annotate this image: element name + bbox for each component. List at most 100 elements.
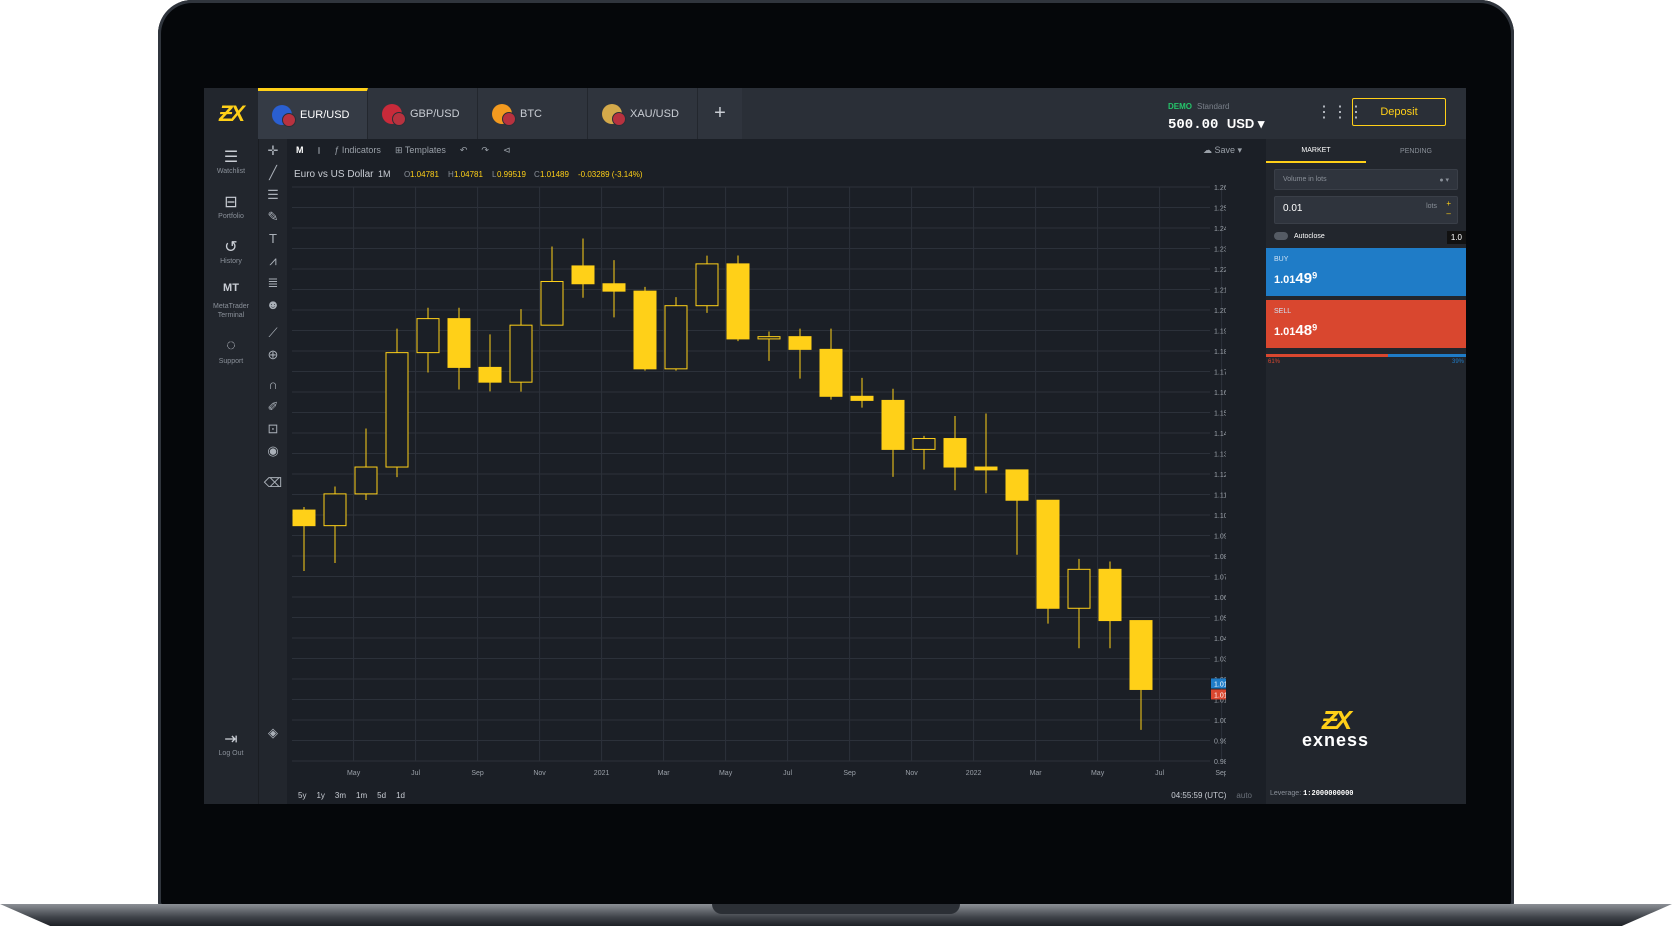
lock-icon[interactable]: ⊡ — [259, 421, 287, 437]
y-tick-label: 1.12000 — [1214, 472, 1226, 479]
tab-eurusd[interactable]: EUR/USD — [258, 88, 368, 139]
candle-body-down — [571, 265, 595, 285]
nav-support[interactable]: ◌ Support — [204, 337, 258, 366]
brand-logo[interactable]: ƵX — [204, 88, 258, 139]
autoclose-label: Autoclose — [1294, 232, 1325, 240]
candle[interactable] — [571, 238, 595, 298]
candle[interactable] — [664, 297, 688, 371]
autoclose-toggle[interactable] — [1274, 232, 1288, 240]
candle-body-up — [1067, 568, 1091, 609]
candlestick-chart-svg[interactable]: 1.26000 1.25000 1.24000 1.23000 1.22000 1.210… — [286, 161, 1247, 781]
candle[interactable] — [695, 255, 719, 313]
tab-btc[interactable]: BTC — [478, 88, 588, 139]
crosshair-icon[interactable]: ✛ — [259, 143, 287, 159]
top-bar: ƵX EUR/USD GBP/USD BTC XAU/USD + DEMO Sta… — [204, 88, 1466, 139]
buy-price-sup: 9 — [1312, 270, 1318, 281]
add-tab-button[interactable]: + — [698, 88, 742, 139]
candle-type-icon[interactable]: ⫾ — [318, 145, 321, 156]
candle[interactable] — [1067, 558, 1091, 649]
redo-icon[interactable]: ↷ — [481, 145, 489, 156]
account-summary[interactable]: DEMO Standard 500.00 USD ▾ — [1168, 96, 1264, 133]
laptop-base — [0, 900, 1672, 931]
nav-watchlist[interactable]: ☰ Watchlist — [204, 147, 258, 176]
range-1m[interactable]: 1m — [356, 791, 367, 800]
x-tick-label: 2021 — [594, 770, 610, 777]
candle[interactable] — [540, 246, 564, 326]
fibonacci-icon[interactable]: ≣ — [259, 275, 287, 291]
deposit-button[interactable]: Deposit — [1352, 98, 1446, 126]
chart-title: Euro vs US Dollar — [294, 169, 374, 180]
save-button[interactable]: ☁ Save ▾ — [1203, 145, 1242, 156]
range-5d[interactable]: 5d — [377, 791, 386, 800]
candle[interactable] — [912, 435, 936, 470]
tab-gbpusd[interactable]: GBP/USD — [368, 88, 478, 139]
candle[interactable] — [323, 486, 347, 563]
range-5y[interactable]: 5y — [298, 791, 306, 800]
tab-pending[interactable]: PENDING — [1366, 139, 1466, 163]
range-1y[interactable]: 1y — [316, 791, 324, 800]
text-icon[interactable]: T — [259, 231, 287, 246]
y-tick-label: 1.06000 — [1214, 595, 1226, 602]
buy-button[interactable]: BUY 1.01499 — [1266, 248, 1466, 296]
instrument-tabs: EUR/USD GBP/USD BTC XAU/USD + — [258, 88, 742, 139]
candle[interactable] — [1036, 499, 1060, 624]
candle[interactable] — [1129, 620, 1153, 730]
candle[interactable] — [1098, 561, 1122, 649]
candle[interactable] — [850, 377, 874, 408]
zoom-in-icon[interactable]: ⊕ — [259, 347, 287, 363]
candle-body-up — [695, 263, 719, 307]
replay-icon[interactable]: ⊲ — [503, 145, 511, 156]
lock-draw-icon[interactable]: ✐ — [259, 399, 287, 415]
candle[interactable] — [943, 415, 967, 491]
undo-icon[interactable]: ↶ — [460, 145, 468, 156]
candle[interactable] — [292, 507, 316, 571]
candle[interactable] — [881, 388, 905, 477]
candle-body-down — [633, 290, 657, 370]
pattern-icon[interactable]: ⩘ — [259, 253, 287, 269]
tab-xauusd[interactable]: XAU/USD — [588, 88, 698, 139]
ruler-icon[interactable]: ⟋ — [259, 325, 287, 341]
auto-scale-button[interactable]: auto — [1236, 791, 1252, 800]
nav-portfolio[interactable]: ⊟ Portfolio — [204, 192, 258, 221]
candle[interactable] — [757, 331, 781, 361]
tab-market[interactable]: MARKET — [1266, 139, 1366, 163]
indicators-label: Indicators — [341, 145, 381, 155]
candle[interactable] — [819, 328, 843, 400]
trash-icon[interactable]: ⌫ — [259, 475, 287, 491]
candle[interactable] — [1005, 469, 1029, 555]
magnet-icon[interactable]: ∩ — [259, 377, 287, 392]
horizontal-lines-icon[interactable]: ☰ — [259, 187, 287, 203]
price-chart[interactable]: 1.26000 1.25000 1.24000 1.23000 1.22000 1.210… — [286, 161, 1247, 781]
candle[interactable] — [447, 307, 471, 390]
eye-icon[interactable]: ◉ — [259, 443, 287, 459]
candle[interactable] — [633, 286, 657, 371]
candle[interactable] — [354, 428, 378, 501]
candle[interactable] — [416, 307, 440, 373]
nav-logout[interactable]: ⇥ Log Out — [204, 729, 258, 758]
volume-type-select[interactable]: Volume in lots ● ▾ — [1274, 169, 1458, 190]
nav-metatrader[interactable]: MT MetaTrader Terminal — [204, 282, 258, 320]
autoclose-row[interactable]: Autoclose ● — [1274, 232, 1458, 240]
nav-label: Log Out — [218, 750, 244, 757]
sell-price-prefix: 1.01 — [1274, 326, 1296, 338]
candle[interactable] — [478, 334, 502, 392]
trendline-icon[interactable]: ╱ — [259, 165, 287, 181]
volume-input[interactable]: 0.01 lots + – — [1274, 196, 1458, 224]
volume-stepper-icon[interactable]: + – — [1446, 199, 1451, 219]
indicators-button[interactable]: ƒ Indicators — [334, 145, 381, 155]
x-tick-label: Jul — [411, 770, 420, 777]
templates-button[interactable]: ⊞ Templates — [395, 145, 446, 156]
layers-icon[interactable]: ◈ — [259, 725, 287, 741]
order-panel: MARKET PENDING Volume in lots ● ▾ 0.01 l… — [1266, 139, 1466, 804]
range-3m[interactable]: 3m — [335, 791, 346, 800]
candle[interactable] — [509, 309, 533, 392]
candle[interactable] — [726, 255, 750, 342]
brush-icon[interactable]: ✎ — [259, 209, 287, 225]
x-tick-label: May — [719, 770, 733, 777]
timeframe-button[interactable]: M — [296, 145, 304, 155]
sell-button[interactable]: SELL 1.01489 — [1266, 300, 1466, 348]
nav-history[interactable]: ↺ History — [204, 237, 258, 266]
range-1d[interactable]: 1d — [396, 791, 405, 800]
ohlc-readout: O 1.04781 H 1.04781 L 0.99519 C 1.01489 -0.0… — [404, 170, 643, 179]
emoji-icon[interactable]: ☻ — [259, 297, 287, 312]
